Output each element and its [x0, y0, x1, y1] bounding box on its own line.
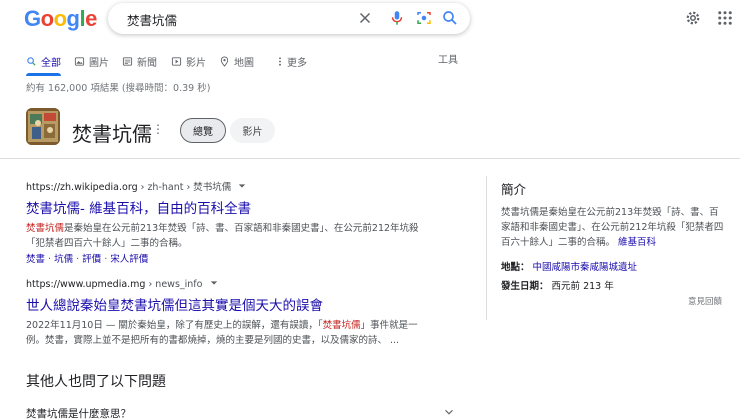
sitelink[interactable]: 評價 [82, 254, 101, 265]
more-dots-icon [279, 56, 281, 66]
painting-thumbnail-image [26, 108, 60, 145]
logo-letter: o [40, 6, 54, 31]
tab-maps[interactable]: 地圖 [219, 51, 254, 71]
result-site: https://www.upmedia.mg [26, 279, 146, 290]
result-path: › zh-hant › 焚书坑儒 [137, 182, 232, 193]
tab-label: 更多 [287, 57, 307, 69]
result-title-link[interactable]: 世人總說秦始皇焚書坑儒但這其實是個天大的誤會 [26, 294, 456, 314]
search-icon[interactable] [441, 9, 459, 27]
microphone-icon[interactable] [388, 9, 406, 27]
paa-question[interactable]: 焚書坑儒是什麼意思？ [26, 406, 131, 420]
chip-overview[interactable]: 總覽 [180, 118, 226, 143]
sitelink[interactable]: 焚書 [26, 254, 45, 265]
logo-letter: g [66, 6, 80, 31]
chevron-down-icon[interactable] [442, 405, 456, 419]
kp-source-link[interactable]: 維基百科 [618, 237, 656, 248]
kp-fact-value: 西元前 213 年 [551, 281, 614, 292]
tab-videos[interactable]: 影片 [171, 51, 206, 71]
result-title-link[interactable]: 焚書坑儒- 維基百科，自由的百科全書 [26, 197, 456, 217]
snippet-highlight: 焚書坑儒 [26, 223, 65, 234]
kp-fact-label: 地點： [501, 262, 530, 273]
image-icon [74, 56, 85, 66]
kp-description: 焚書坑儒是秦始皇在公元前213年焚毀「詩、書、百家語和非秦國史書」、在公元前21… [501, 205, 726, 250]
knowledge-panel: 簡介 焚書坑儒是秦始皇在公元前213年焚毀「詩、書、百家語和非秦國史書」、在公元… [486, 176, 726, 320]
google-logo[interactable]: Google [24, 6, 97, 32]
search-icon [27, 56, 36, 66]
snippet-text: 」事件就是一 [360, 320, 418, 331]
chip-videos[interactable]: 影片 [230, 118, 275, 143]
people-also-ask-heading: 其他人也問了以下問題 [26, 374, 166, 390]
tab-news[interactable]: 新聞 [122, 51, 157, 71]
caret-down-icon[interactable] [210, 279, 218, 287]
result-path: › news_info [145, 279, 203, 290]
search-result: https://www.upmedia.mg › news_info 世人總說秦… [26, 279, 456, 348]
snippet-text: 例。焚書，實際上並不是把所有的書都燒掉，燒的主要是列國的史書，以及儒家的詩、 .… [26, 335, 400, 346]
result-url[interactable]: https://zh.wikipedia.org › zh-hant › 焚书坑… [26, 179, 456, 193]
tab-all[interactable]: 全部 [26, 51, 61, 71]
active-tab-indicator [26, 73, 61, 76]
apps-grid-icon[interactable] [716, 9, 734, 27]
result-snippet: 2022年11月10日 — 關於秦始皇，除了有歷史上的誤解，還有誤讀，「焚書坑儒… [26, 318, 456, 348]
tools-button[interactable]: 工具 [438, 51, 458, 66]
caret-down-icon[interactable] [238, 182, 246, 190]
snippet-text: 是秦始皇在公元前213年焚毀「詩、書、百家語和非秦國史書」、在公元前212年坑殺 [64, 223, 419, 234]
search-box[interactable]: 焚書坑儒 [108, 3, 470, 34]
sitelink[interactable]: 宋人評價 [110, 254, 148, 265]
news-icon [122, 56, 133, 66]
search-result: https://zh.wikipedia.org › zh-hant › 焚书坑… [26, 179, 456, 265]
header: Google 焚書坑儒 [0, 0, 740, 38]
snippet-text: 2022年11月10日 — 關於秦始皇，除了有歷史上的誤解，還有誤讀，「 [26, 320, 323, 331]
sitelink[interactable]: 坑儒 [54, 254, 73, 265]
kp-fact-value-link[interactable]: 中國咸陽市秦咸陽城遺址 [533, 262, 638, 273]
divider [0, 158, 740, 159]
feedback-link[interactable]: 意見回饋 [688, 295, 722, 307]
entity-title: 焚書坑儒 [72, 122, 152, 146]
logo-letter: G [24, 6, 41, 31]
more-options-icon[interactable]: ⋮ [152, 122, 164, 136]
search-input[interactable]: 焚書坑儒 [127, 10, 177, 29]
logo-letter: e [85, 6, 97, 31]
tab-more[interactable]: 更多 [277, 51, 307, 71]
clear-icon[interactable] [356, 9, 374, 27]
tab-images[interactable]: 圖片 [74, 51, 109, 71]
snippet-highlight: 焚書坑儒 [322, 320, 361, 331]
tab-label: 地圖 [234, 57, 254, 69]
result-site: https://zh.wikipedia.org [26, 182, 138, 193]
kp-description-text: 焚書坑儒是秦始皇在公元前213年焚毀「詩、書、百家語和非秦國史書」、在公元前21… [501, 207, 724, 248]
result-url[interactable]: https://www.upmedia.mg › news_info [26, 279, 456, 290]
result-stats: 約有 162,000 項結果 (搜尋時間：0.39 秒) [26, 83, 211, 94]
snippet-text: 「犯禁者四百六十餘人」二事的合稱。 [26, 238, 188, 249]
tab-label: 全部 [41, 57, 61, 69]
gear-icon[interactable] [684, 9, 702, 27]
tab-label: 影片 [186, 57, 206, 69]
logo-letter: o [53, 6, 67, 31]
kp-fact-date: 發生日期： 西元前 213 年 [501, 278, 614, 292]
camera-lens-icon[interactable] [415, 9, 433, 27]
tab-label: 圖片 [89, 57, 109, 69]
tab-label: 新聞 [137, 57, 157, 69]
kp-fact-label: 發生日期： [501, 281, 549, 292]
sitelinks: 焚書 · 坑儒 · 評價 · 宋人評價 [26, 254, 149, 265]
kp-heading: 簡介 [501, 182, 527, 197]
entity-thumbnail[interactable] [26, 108, 60, 145]
video-icon [171, 56, 182, 66]
kp-fact-location: 地點： 中國咸陽市秦咸陽城遺址 [501, 259, 637, 273]
map-pin-icon [220, 55, 229, 67]
result-snippet: 焚書坑儒是秦始皇在公元前213年焚毀「詩、書、百家語和非秦國史書」、在公元前21… [26, 221, 456, 251]
